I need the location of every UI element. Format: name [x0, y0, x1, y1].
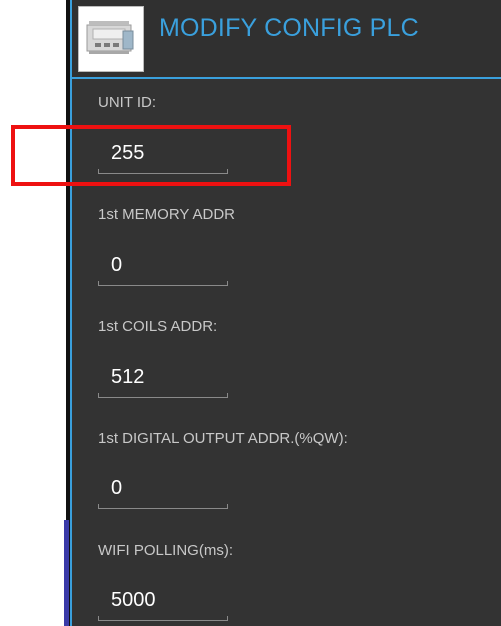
plc-device-icon — [78, 6, 144, 72]
unit-id-value: 255 — [111, 142, 145, 164]
memory-addr-label: 1st MEMORY ADDR — [98, 206, 235, 223]
screenshot-stage: MODIFY CONFIG PLC UNIT ID: 255 1st MEMOR… — [0, 0, 501, 626]
dialog-title: MODIFY CONFIG PLC — [159, 14, 419, 42]
memory-addr-field[interactable]: 0 — [98, 250, 228, 288]
coils-addr-underline — [98, 393, 228, 398]
left-window-edge-accent — [64, 520, 69, 626]
coils-addr-label: 1st COILS ADDR: — [98, 318, 218, 335]
unit-id-label: UNIT ID: — [98, 94, 157, 111]
wifi-polling-value: 5000 — [111, 589, 156, 611]
unit-id-underline — [98, 169, 228, 174]
dialog-header: MODIFY CONFIG PLC — [72, 0, 501, 79]
wifi-polling-field[interactable]: 5000 — [98, 585, 228, 623]
digital-output-addr-underline — [98, 504, 228, 509]
coils-addr-value: 512 — [111, 366, 145, 388]
digital-output-addr-field[interactable]: 0 — [98, 473, 228, 511]
wifi-polling-label: WIFI POLLING(ms): — [98, 542, 233, 559]
memory-addr-underline — [98, 281, 228, 286]
wifi-polling-underline — [98, 616, 228, 621]
coils-addr-field[interactable]: 512 — [98, 362, 228, 400]
digital-output-addr-value: 0 — [111, 477, 123, 499]
digital-output-addr-label: 1st DIGITAL OUTPUT ADDR.(%QW): — [98, 430, 348, 447]
memory-addr-value: 0 — [111, 254, 123, 276]
config-dialog: MODIFY CONFIG PLC UNIT ID: 255 1st MEMOR… — [70, 0, 501, 626]
unit-id-field[interactable]: 255 — [98, 138, 228, 176]
